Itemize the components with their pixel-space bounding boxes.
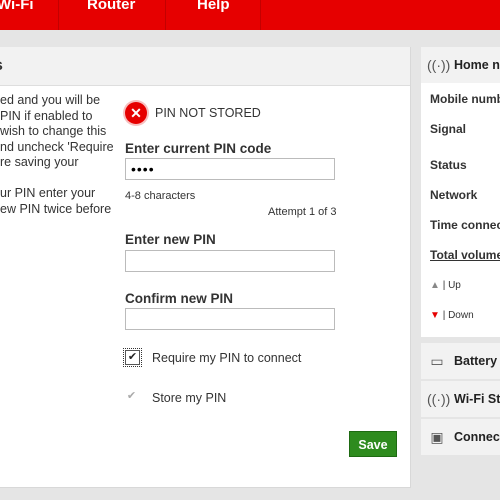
antenna-icon: ((·)) — [427, 57, 451, 73]
description-line: PIN if enabled to — [0, 108, 93, 123]
attempt-counter: Attempt 1 of 3 — [268, 206, 337, 218]
download-label: | Down — [442, 310, 474, 321]
pin-length-hint: 4-8 characters — [125, 190, 196, 202]
arrow-up-icon: ▲ — [430, 280, 440, 291]
description-line: ew PIN twice before — [0, 201, 112, 216]
battery-widget[interactable]: ▭ Battery — [421, 343, 500, 379]
nav-divider — [58, 0, 59, 30]
require-pin-label: Require my PIN to connect — [152, 351, 302, 365]
wifi-status-widget[interactable]: ((·)) Wi-Fi Sta — [421, 381, 500, 417]
panel-header: s — [0, 47, 410, 86]
panel-title: s — [0, 57, 3, 75]
home-network-widget: ((·)) Home ne Mobile numb Signal Status … — [421, 47, 500, 337]
description-line: ur PIN enter your — [0, 186, 96, 200]
wifi-status-title: Wi-Fi Sta — [454, 392, 500, 406]
total-volume-link[interactable]: Total volume — [430, 248, 500, 262]
nav-divider — [260, 0, 261, 30]
description-line: ed and you will be — [0, 93, 101, 107]
battery-title: Battery — [454, 354, 498, 368]
upload-label: | Up — [442, 280, 461, 291]
time-connected-label: Time connec — [430, 218, 500, 232]
nav-tab-router[interactable]: Router — [87, 0, 135, 30]
wifi-status-header: ((·)) Wi-Fi Sta — [421, 381, 500, 417]
home-network-header[interactable]: ((·)) Home ne — [421, 47, 500, 83]
confirm-pin-input[interactable] — [125, 308, 335, 330]
home-network-title: Home ne — [454, 58, 500, 72]
current-pin-label: Enter current PIN code — [125, 141, 272, 156]
store-pin-label: Store my PIN — [152, 391, 227, 405]
mobile-number-label: Mobile numb — [430, 92, 500, 106]
signal-label: Signal — [430, 122, 467, 136]
connected-devices-header: ▣ Connect — [421, 419, 500, 455]
network-label: Network — [430, 188, 478, 202]
save-button[interactable]: Save — [349, 431, 397, 457]
monitor-icon: ▣ — [430, 429, 444, 445]
nav-divider — [165, 0, 166, 30]
description-line: nd uncheck 'Require — [0, 139, 114, 154]
new-pin-input[interactable] — [125, 250, 335, 272]
connected-devices-widget[interactable]: ▣ Connect — [421, 419, 500, 455]
status-label: Status — [430, 158, 467, 172]
download-row: ▼ | Down — [430, 310, 474, 321]
connected-devices-title: Connect — [454, 430, 500, 444]
nav-tab-wifi[interactable]: Wi-Fi — [0, 0, 34, 30]
nav-tab-help[interactable]: Help — [197, 0, 230, 30]
require-pin-checkbox[interactable]: ✔ — [123, 348, 142, 367]
description-line: re saving your — [0, 155, 79, 169]
description-line — [0, 171, 110, 187]
error-x-icon: ✕ — [125, 102, 147, 124]
upload-row: ▲ | Up — [430, 280, 461, 291]
new-pin-label: Enter new PIN — [125, 232, 216, 247]
confirm-pin-label: Confirm new PIN — [125, 291, 234, 306]
panel-description: ed and you will be PIN if enabled to wis… — [0, 93, 114, 217]
current-pin-input[interactable]: •••• — [125, 158, 335, 180]
wifi-icon: ((·)) — [427, 391, 451, 407]
arrow-down-icon: ▼ — [430, 310, 440, 321]
store-pin-checkbox[interactable]: ✔ — [125, 390, 138, 403]
battery-header: ▭ Battery — [421, 343, 500, 379]
battery-icon: ▭ — [430, 353, 444, 369]
description-line: wish to change this — [0, 124, 107, 138]
top-nav: Wi-Fi Router Help — [0, 0, 500, 30]
pin-status-text: PIN NOT STORED — [155, 106, 261, 120]
